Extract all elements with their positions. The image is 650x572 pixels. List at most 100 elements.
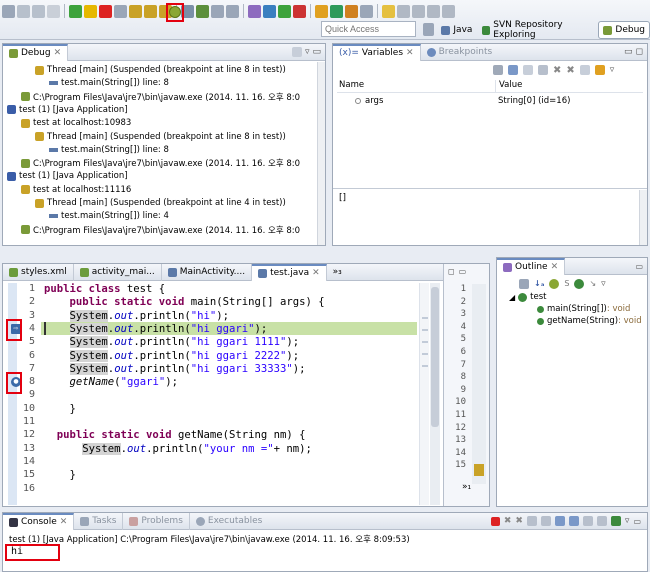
run-icon[interactable] bbox=[278, 4, 291, 18]
code-line[interactable]: } bbox=[44, 403, 76, 416]
next-annotation-icon[interactable] bbox=[397, 4, 410, 18]
terminate-icon[interactable] bbox=[99, 4, 112, 18]
variable-row[interactable]: args String[0] (id=16) bbox=[337, 95, 643, 107]
debug-tree-row[interactable]: Thread [main] (Suspended (breakpoint at … bbox=[35, 197, 286, 209]
terminate-icon[interactable] bbox=[490, 516, 500, 526]
show-on-error-icon[interactable] bbox=[568, 516, 579, 526]
back-icon[interactable] bbox=[427, 4, 440, 18]
new-package-icon[interactable] bbox=[315, 4, 328, 18]
debug-tree-row[interactable]: C:\Program Files\Java\jre7\bin\javaw.exe… bbox=[21, 224, 300, 236]
code-line[interactable]: System.out.println("hi ggari 33333"); bbox=[44, 362, 306, 376]
disconnect-icon[interactable] bbox=[114, 4, 127, 18]
tab-variables[interactable]: (x)= Variables ✕ bbox=[333, 43, 421, 61]
remove-icon[interactable]: ✖ bbox=[553, 65, 561, 76]
add-watch-icon[interactable] bbox=[538, 65, 548, 75]
hide-static-icon[interactable]: S bbox=[564, 279, 569, 289]
show-on-output-icon[interactable] bbox=[554, 516, 565, 526]
show-type-names-icon[interactable] bbox=[493, 65, 503, 75]
debug-tree-row[interactable]: test at localhost:10983 bbox=[21, 117, 131, 129]
open-perspective-icon[interactable] bbox=[423, 23, 435, 36]
external-tools-icon[interactable] bbox=[293, 4, 306, 18]
minimize-icon[interactable]: ▭ bbox=[633, 517, 641, 526]
wand-icon[interactable] bbox=[248, 4, 261, 18]
outline-method-node[interactable]: main(String[]) : void bbox=[537, 303, 630, 315]
code-line[interactable]: } bbox=[44, 469, 76, 482]
debug-tree-row[interactable]: C:\Program Files\Java\jre7\bin\javaw.exe… bbox=[21, 91, 300, 103]
resume-icon[interactable] bbox=[69, 4, 82, 18]
tab-outline[interactable]: Outline ✕ bbox=[497, 257, 566, 275]
print-icon[interactable] bbox=[47, 4, 60, 18]
scroll-lock-icon[interactable] bbox=[540, 516, 551, 526]
collapse-all-icon[interactable] bbox=[291, 47, 302, 57]
code-line[interactable]: System.out.println("hi"); bbox=[44, 309, 229, 323]
debug-tree-row[interactable]: C:\Program Files\Java\jre7\bin\javaw.exe… bbox=[21, 157, 300, 169]
minimize-icon[interactable]: ▭ bbox=[635, 262, 643, 271]
tab-problems[interactable]: Problems bbox=[123, 512, 190, 530]
outline-method-node[interactable]: getName(String) : void bbox=[537, 315, 642, 327]
search-icon[interactable] bbox=[360, 4, 373, 18]
code-line[interactable]: System.out.println("hi ggari 1111"); bbox=[44, 336, 299, 349]
debug-tree-row[interactable]: test.main(String[]) line: 8 bbox=[49, 144, 169, 156]
mini-overflow-label[interactable]: »₁ bbox=[462, 482, 471, 492]
display-console-icon[interactable] bbox=[596, 516, 607, 526]
code-line[interactable]: System.out.println("hi ggari 2222"); bbox=[44, 349, 299, 363]
close-icon[interactable]: ✕ bbox=[312, 268, 320, 278]
layout-icon[interactable] bbox=[579, 65, 590, 75]
show-logical-icon[interactable] bbox=[508, 65, 518, 75]
code-line[interactable]: public static void getName(String nm) { bbox=[44, 429, 306, 442]
remove-all-icon[interactable]: ✖ bbox=[515, 516, 523, 526]
clear-console-icon[interactable] bbox=[526, 516, 537, 526]
tab-console[interactable]: Console ✕ bbox=[3, 512, 75, 530]
sort-icon[interactable]: ↓ₐ bbox=[534, 279, 544, 289]
maximize-icon[interactable]: ◻ bbox=[636, 47, 643, 57]
perspective-svn[interactable]: SVN Repository Exploring bbox=[477, 20, 598, 40]
tab-overflow[interactable]: »₃ bbox=[327, 264, 348, 281]
variable-detail-pane[interactable]: [] bbox=[339, 193, 346, 203]
outline-class-node[interactable]: ◢ test bbox=[509, 291, 546, 303]
code-line[interactable]: public static void main(String[] args) { bbox=[44, 296, 325, 309]
save-icon[interactable] bbox=[17, 4, 30, 18]
step-over-icon[interactable] bbox=[144, 4, 157, 18]
watch-expression-icon[interactable] bbox=[169, 6, 181, 18]
column-value-header[interactable]: Value bbox=[495, 80, 522, 92]
editor-ruler[interactable] bbox=[8, 283, 17, 505]
filter-icon[interactable] bbox=[211, 4, 224, 18]
hide-nonpublic-icon[interactable] bbox=[574, 279, 585, 289]
pin-console-icon[interactable] bbox=[582, 516, 593, 526]
open-console-icon[interactable] bbox=[610, 516, 621, 526]
editor-scrollbar[interactable] bbox=[430, 283, 440, 505]
list-icon[interactable] bbox=[226, 4, 239, 18]
quick-access-input[interactable] bbox=[321, 21, 416, 37]
debug-run-icon[interactable] bbox=[263, 4, 276, 18]
save-all-icon[interactable] bbox=[32, 4, 45, 18]
restore-icon[interactable]: ◻ bbox=[448, 267, 455, 276]
view-menu-icon[interactable]: ▿ bbox=[610, 65, 615, 76]
debug-tree-row[interactable]: Thread [main] (Suspended (breakpoint at … bbox=[35, 131, 286, 143]
minimize-icon[interactable]: ▭ bbox=[624, 47, 633, 57]
tab-breakpoints[interactable]: Breakpoints bbox=[421, 44, 499, 61]
hide-local-types-icon[interactable]: ↘ bbox=[589, 279, 596, 289]
new-class-icon[interactable] bbox=[330, 4, 343, 18]
view-menu-icon[interactable]: ▿ bbox=[601, 279, 606, 289]
new-icon[interactable] bbox=[2, 4, 15, 18]
debug-tree-row[interactable]: Thread [main] (Suspended (breakpoint at … bbox=[35, 64, 286, 76]
mini-scrollbar[interactable] bbox=[472, 284, 486, 484]
code-line[interactable]: public class test { bbox=[44, 283, 165, 296]
remove-launch-icon[interactable]: ✖ bbox=[504, 516, 512, 526]
tab-executables[interactable]: Executables bbox=[190, 513, 268, 530]
tab-test-java[interactable]: test.java ✕ bbox=[252, 263, 327, 281]
view-menu-icon[interactable]: ▿ bbox=[305, 47, 310, 57]
code-line[interactable]: getName("ggari"); bbox=[44, 376, 178, 389]
remove-all-icon[interactable]: ✖ bbox=[566, 65, 574, 76]
use-step-filters-icon[interactable] bbox=[196, 4, 209, 18]
code-area[interactable]: public class test { public static void m… bbox=[44, 283, 419, 505]
collapse-all-icon[interactable] bbox=[519, 279, 529, 289]
debug-tree-row[interactable]: test.main(String[]) line: 4 bbox=[49, 210, 169, 222]
tab-tasks[interactable]: Tasks bbox=[74, 512, 124, 530]
tab-activity-main[interactable]: activity_mai... bbox=[74, 263, 162, 281]
perspective-java[interactable]: Java bbox=[436, 21, 477, 39]
debug-tree-row[interactable]: test.main(String[]) line: 8 bbox=[49, 77, 169, 89]
toggle-mark-icon[interactable] bbox=[382, 4, 395, 18]
suspend-icon[interactable] bbox=[84, 4, 97, 18]
maximize-icon[interactable]: ▭ bbox=[459, 267, 467, 276]
